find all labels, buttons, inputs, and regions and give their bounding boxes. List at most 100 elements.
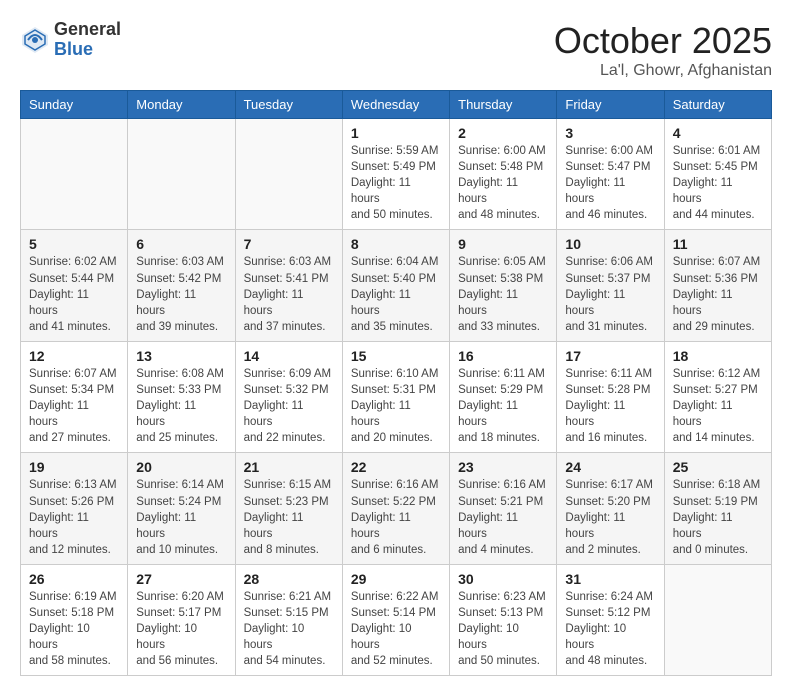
- col-monday: Monday: [128, 91, 235, 119]
- calendar-table: Sunday Monday Tuesday Wednesday Thursday…: [20, 90, 772, 676]
- table-row: 6 Sunrise: 6:03 AMSunset: 5:42 PMDaylight…: [128, 230, 235, 341]
- day-number: 17: [565, 348, 655, 364]
- day-number: 5: [29, 236, 119, 252]
- day-info: Sunrise: 6:16 AMSunset: 5:21 PMDaylight:…: [458, 477, 548, 557]
- day-info: Sunrise: 6:09 AMSunset: 5:32 PMDaylight:…: [244, 366, 334, 446]
- table-row: [235, 119, 342, 230]
- table-row: 12 Sunrise: 6:07 AMSunset: 5:34 PMDayligh…: [21, 341, 128, 452]
- day-number: 14: [244, 348, 334, 364]
- day-info: Sunrise: 6:01 AMSunset: 5:45 PMDaylight:…: [673, 143, 763, 223]
- table-row: 21 Sunrise: 6:15 AMSunset: 5:23 PMDayligh…: [235, 453, 342, 564]
- logo-icon: [20, 25, 50, 55]
- table-row: 26Sunrise: 6:19 AMSunset: 5:18 PMDayligh…: [21, 564, 128, 675]
- day-number: 12: [29, 348, 119, 364]
- day-info: Sunrise: 6:07 AMSunset: 5:34 PMDaylight:…: [29, 366, 119, 446]
- day-number: 7: [244, 236, 334, 252]
- col-friday: Friday: [557, 91, 664, 119]
- day-info: Sunrise: 6:06 AMSunset: 5:37 PMDaylight:…: [565, 254, 655, 334]
- day-number: 28: [244, 571, 334, 587]
- location: La'l, Ghowr, Afghanistan: [554, 62, 772, 80]
- day-number: 22: [351, 459, 441, 475]
- weekday-header-row: Sunday Monday Tuesday Wednesday Thursday…: [21, 91, 772, 119]
- day-number: 8: [351, 236, 441, 252]
- table-row: [128, 119, 235, 230]
- table-row: 18Sunrise: 6:12 AMSunset: 5:27 PMDayligh…: [664, 341, 771, 452]
- day-number: 29: [351, 571, 441, 587]
- table-row: [664, 564, 771, 675]
- col-thursday: Thursday: [450, 91, 557, 119]
- table-row: 10 Sunrise: 6:06 AMSunset: 5:37 PMDayligh…: [557, 230, 664, 341]
- day-number: 16: [458, 348, 548, 364]
- table-row: 17Sunrise: 6:11 AMSunset: 5:28 PMDayligh…: [557, 341, 664, 452]
- col-sunday: Sunday: [21, 91, 128, 119]
- day-info: Sunrise: 6:08 AMSunset: 5:33 PMDaylight:…: [136, 366, 226, 446]
- table-row: 20Sunrise: 6:14 AMSunset: 5:24 PMDayligh…: [128, 453, 235, 564]
- day-info: Sunrise: 6:03 AMSunset: 5:42 PMDaylight:…: [136, 254, 226, 334]
- day-info: Sunrise: 6:17 AMSunset: 5:20 PMDaylight:…: [565, 477, 655, 557]
- day-number: 4: [673, 125, 763, 141]
- table-row: 13Sunrise: 6:08 AMSunset: 5:33 PMDayligh…: [128, 341, 235, 452]
- day-number: 21: [244, 459, 334, 475]
- day-number: 1: [351, 125, 441, 141]
- day-number: 3: [565, 125, 655, 141]
- table-row: 9 Sunrise: 6:05 AMSunset: 5:38 PMDaylight…: [450, 230, 557, 341]
- day-info: Sunrise: 6:18 AMSunset: 5:19 PMDaylight:…: [673, 477, 763, 557]
- day-number: 19: [29, 459, 119, 475]
- header: General Blue October 2025 La'l, Ghowr, A…: [20, 20, 772, 80]
- day-number: 11: [673, 236, 763, 252]
- col-saturday: Saturday: [664, 91, 771, 119]
- day-info: Sunrise: 6:10 AMSunset: 5:31 PMDaylight:…: [351, 366, 441, 446]
- day-number: 10: [565, 236, 655, 252]
- day-info: Sunrise: 6:04 AMSunset: 5:40 PMDaylight:…: [351, 254, 441, 334]
- table-row: 28 Sunrise: 6:21 AMSunset: 5:15 PMDayligh…: [235, 564, 342, 675]
- day-info: Sunrise: 6:15 AMSunset: 5:23 PMDaylight:…: [244, 477, 334, 557]
- day-info: Sunrise: 5:59 AMSunset: 5:49 PMDaylight:…: [351, 143, 441, 223]
- table-row: 16 Sunrise: 6:11 AMSunset: 5:29 PMDayligh…: [450, 341, 557, 452]
- logo-general-text: General: [54, 20, 121, 40]
- table-row: 22 Sunrise: 6:16 AMSunset: 5:22 PMDayligh…: [342, 453, 449, 564]
- table-row: 27 Sunrise: 6:20 AMSunset: 5:17 PMDayligh…: [128, 564, 235, 675]
- col-tuesday: Tuesday: [235, 91, 342, 119]
- day-info: Sunrise: 6:24 AMSunset: 5:12 PMDaylight:…: [565, 589, 655, 669]
- logo-blue-text: Blue: [54, 40, 121, 60]
- logo-text: General Blue: [54, 20, 121, 60]
- day-number: 15: [351, 348, 441, 364]
- day-info: Sunrise: 6:20 AMSunset: 5:17 PMDaylight:…: [136, 589, 226, 669]
- title-block: October 2025 La'l, Ghowr, Afghanistan: [554, 20, 772, 80]
- day-info: Sunrise: 6:00 AMSunset: 5:48 PMDaylight:…: [458, 143, 548, 223]
- page: General Blue October 2025 La'l, Ghowr, A…: [0, 0, 792, 696]
- day-info: Sunrise: 6:11 AMSunset: 5:29 PMDaylight:…: [458, 366, 548, 446]
- day-number: 31: [565, 571, 655, 587]
- day-info: Sunrise: 6:05 AMSunset: 5:38 PMDaylight:…: [458, 254, 548, 334]
- day-info: Sunrise: 6:21 AMSunset: 5:15 PMDaylight:…: [244, 589, 334, 669]
- calendar-week-row: 5Sunrise: 6:02 AMSunset: 5:44 PMDaylight…: [21, 230, 772, 341]
- day-number: 9: [458, 236, 548, 252]
- day-number: 6: [136, 236, 226, 252]
- day-number: 20: [136, 459, 226, 475]
- day-number: 25: [673, 459, 763, 475]
- month-title: October 2025: [554, 20, 772, 62]
- table-row: 15 Sunrise: 6:10 AMSunset: 5:31 PMDayligh…: [342, 341, 449, 452]
- logo: General Blue: [20, 20, 121, 60]
- day-number: 24: [565, 459, 655, 475]
- table-row: 3Sunrise: 6:00 AMSunset: 5:47 PMDaylight…: [557, 119, 664, 230]
- day-number: 18: [673, 348, 763, 364]
- table-row: 25 Sunrise: 6:18 AMSunset: 5:19 PMDayligh…: [664, 453, 771, 564]
- table-row: 29Sunrise: 6:22 AMSunset: 5:14 PMDayligh…: [342, 564, 449, 675]
- day-info: Sunrise: 6:03 AMSunset: 5:41 PMDaylight:…: [244, 254, 334, 334]
- day-info: Sunrise: 6:13 AMSunset: 5:26 PMDaylight:…: [29, 477, 119, 557]
- table-row: 19 Sunrise: 6:13 AMSunset: 5:26 PMDayligh…: [21, 453, 128, 564]
- calendar-week-row: 1 Sunrise: 5:59 AMSunset: 5:49 PMDaylight…: [21, 119, 772, 230]
- table-row: 1 Sunrise: 5:59 AMSunset: 5:49 PMDaylight…: [342, 119, 449, 230]
- calendar-week-row: 26Sunrise: 6:19 AMSunset: 5:18 PMDayligh…: [21, 564, 772, 675]
- table-row: 11Sunrise: 6:07 AMSunset: 5:36 PMDayligh…: [664, 230, 771, 341]
- table-row: 23 Sunrise: 6:16 AMSunset: 5:21 PMDayligh…: [450, 453, 557, 564]
- table-row: 2Sunrise: 6:00 AMSunset: 5:48 PMDaylight…: [450, 119, 557, 230]
- day-number: 26: [29, 571, 119, 587]
- day-number: 23: [458, 459, 548, 475]
- day-info: Sunrise: 6:16 AMSunset: 5:22 PMDaylight:…: [351, 477, 441, 557]
- day-number: 27: [136, 571, 226, 587]
- day-number: 30: [458, 571, 548, 587]
- table-row: 30Sunrise: 6:23 AMSunset: 5:13 PMDayligh…: [450, 564, 557, 675]
- table-row: 5Sunrise: 6:02 AMSunset: 5:44 PMDaylight…: [21, 230, 128, 341]
